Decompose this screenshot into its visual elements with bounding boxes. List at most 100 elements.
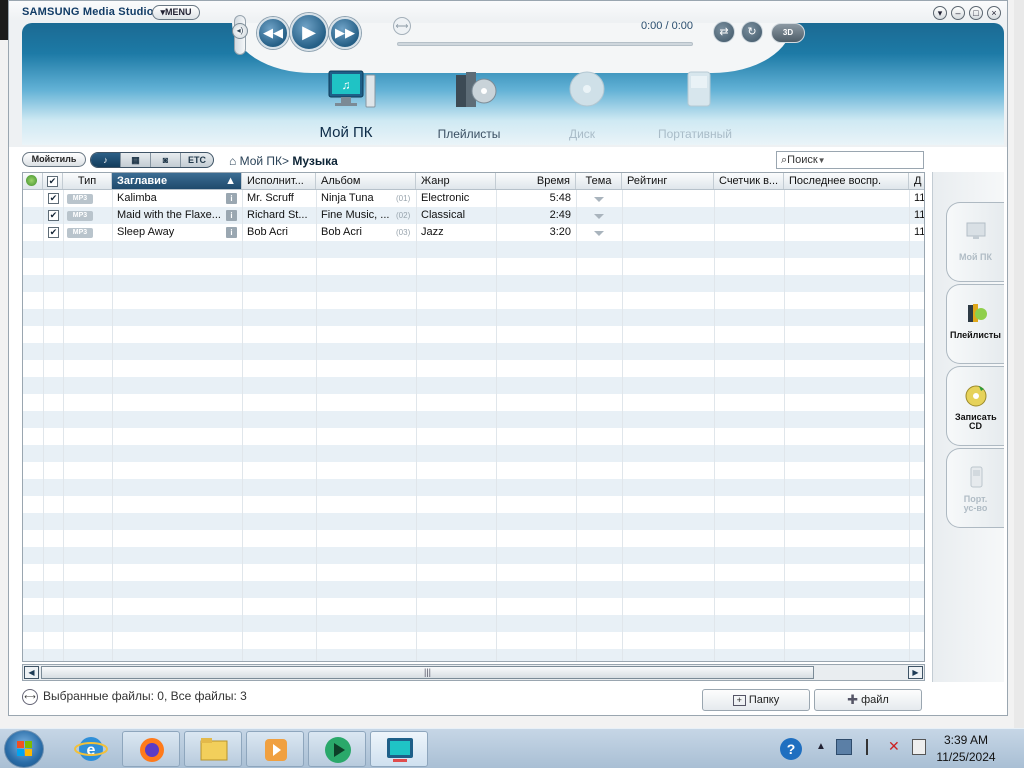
volume-muted-icon[interactable]: ✕ xyxy=(888,738,900,755)
cell-album: Ninja Tuna xyxy=(321,192,374,204)
taskbar-clock[interactable]: 3:39 AM 11/25/2024 xyxy=(926,732,1006,766)
add-folder-icon: + xyxy=(732,694,746,706)
network-icon[interactable] xyxy=(836,739,852,755)
monitor-icon xyxy=(966,222,986,239)
cell-genre: Jazz xyxy=(421,226,444,238)
volume-slider[interactable]: ◂) xyxy=(232,15,248,55)
scroll-right-icon[interactable]: ▶ xyxy=(908,666,923,679)
info-icon[interactable]: i xyxy=(226,193,237,204)
info-icon[interactable]: i xyxy=(226,227,237,238)
scroll-thumb[interactable]: ||| xyxy=(41,666,814,679)
add-folder-button[interactable]: + Папку xyxy=(702,689,810,711)
expand-icon[interactable]: ⟷ xyxy=(22,689,38,705)
column-mood[interactable]: Тема xyxy=(576,173,622,189)
cell-album: Bob Acri xyxy=(321,226,362,238)
column-date[interactable]: Д xyxy=(909,173,924,189)
table-row[interactable]: ✔ MP3 Maid with the Flaxe... i Richard S… xyxy=(23,207,924,224)
mp3-badge: MP3 xyxy=(67,194,93,204)
filter-etc-button[interactable]: ETC xyxy=(181,153,213,167)
filter-video-icon[interactable]: ▦ xyxy=(121,153,151,167)
row-checkbox[interactable]: ✔ xyxy=(48,227,59,238)
row-checkbox[interactable]: ✔ xyxy=(48,210,59,221)
shuffle-indicator-icon: ⟷ xyxy=(393,17,411,35)
close-button[interactable]: × xyxy=(987,6,1001,20)
flag-icon[interactable] xyxy=(866,739,880,755)
nav-portable[interactable]: Портативный xyxy=(640,67,750,143)
horizontal-scrollbar[interactable]: ◀ ||| ▶ xyxy=(22,664,925,681)
help-icon[interactable]: ? xyxy=(780,738,802,760)
repeat-button[interactable]: ↻ xyxy=(741,21,763,43)
dropdown-window-button[interactable]: ▾ xyxy=(933,6,947,20)
nav-disc[interactable]: Диск xyxy=(527,67,637,143)
cell-time: 3:20 xyxy=(549,226,571,238)
mood-dropdown-icon[interactable] xyxy=(594,231,604,236)
filter-music-icon[interactable]: ♪ xyxy=(91,153,121,167)
menu-button[interactable]: ▾MENU xyxy=(152,5,200,20)
side-tab-label: Мой ПК xyxy=(959,252,992,262)
media-filter-group: ♪ ▦ ◙ ETC xyxy=(90,152,214,168)
fast-forward-button[interactable]: ▶▶ xyxy=(329,17,361,49)
column-album[interactable]: Альбом xyxy=(316,173,416,189)
column-title[interactable]: Заглавие ▲ xyxy=(112,173,242,189)
mood-dropdown-icon[interactable] xyxy=(594,197,604,202)
play-button[interactable]: ▶ xyxy=(290,13,328,51)
column-play-count[interactable]: Счетчик в... xyxy=(714,173,784,189)
volume-icon[interactable]: ◂) xyxy=(232,23,248,39)
rewind-button[interactable]: ◀◀ xyxy=(257,17,289,49)
scroll-left-icon[interactable]: ◀ xyxy=(24,666,39,679)
column-last-played[interactable]: Последнее воспр. xyxy=(784,173,909,189)
minimize-button[interactable]: – xyxy=(951,6,965,20)
table-row[interactable]: ✔ MP3 Kalimba i Mr. Scruff Ninja Tuna (0… xyxy=(23,190,924,207)
media-studio-window: SAMSUNG Media Studio ▾MENU ◂) ◀◀ ▶ ▶▶ ⟷ … xyxy=(8,0,1008,716)
taskbar-explorer-icon[interactable] xyxy=(184,731,242,767)
column-status-icon[interactable] xyxy=(23,173,43,189)
mp3-badge: MP3 xyxy=(67,211,93,221)
home-icon[interactable]: ⌂ xyxy=(229,154,236,168)
info-icon[interactable]: i xyxy=(226,210,237,221)
desktop-edge xyxy=(0,0,8,40)
side-tab-playlists[interactable]: Плейлисты xyxy=(946,284,1004,364)
search-input[interactable]: ⌕Поиск▼ xyxy=(776,151,924,169)
column-time[interactable]: Время xyxy=(496,173,576,189)
shuffle-button[interactable]: ⇄ xyxy=(713,21,735,43)
cell-genre: Electronic xyxy=(421,192,470,204)
start-button[interactable] xyxy=(4,730,44,768)
mystyle-button[interactable]: Мойстиль xyxy=(22,152,86,167)
nav-label: Мой ПК xyxy=(319,124,373,141)
taskbar-media-player-icon[interactable] xyxy=(246,731,304,767)
taskbar-media-center-icon[interactable] xyxy=(308,731,366,767)
nav-playlists[interactable]: Плейлисты xyxy=(414,67,524,143)
row-checkbox[interactable]: ✔ xyxy=(48,193,59,204)
taskbar-ie-icon[interactable]: e xyxy=(62,731,120,767)
tray-expand-icon[interactable]: ▲ xyxy=(816,741,826,752)
windows-logo-icon xyxy=(17,741,32,756)
table-row[interactable]: ✔ MP3 Sleep Away i Bob Acri Bob Acri (03… xyxy=(23,224,924,241)
taskbar-firefox-icon[interactable] xyxy=(122,731,180,767)
add-file-button[interactable]: ✚ файл xyxy=(814,689,922,711)
side-tab-my-pc[interactable]: Мой ПК xyxy=(946,202,1004,282)
playlist-icon xyxy=(968,304,987,322)
filter-photo-icon[interactable]: ◙ xyxy=(151,153,181,167)
mood-dropdown-icon[interactable] xyxy=(594,214,604,219)
action-center-icon[interactable] xyxy=(912,739,926,755)
column-artist[interactable]: Исполнит... xyxy=(242,173,316,189)
maximize-button[interactable]: □ xyxy=(969,6,983,20)
cell-date: 11 xyxy=(914,192,925,204)
cell-artist: Bob Acri xyxy=(247,226,288,238)
nav-my-pc[interactable]: ♫ Мой ПК xyxy=(291,67,401,143)
taskbar-samsung-studio-icon[interactable] xyxy=(370,731,428,767)
column-genre[interactable]: Жанр xyxy=(416,173,496,189)
3d-button[interactable]: 3D xyxy=(771,23,805,43)
search-placeholder: Поиск xyxy=(787,154,818,166)
column-rating[interactable]: Рейтинг xyxy=(622,173,714,189)
nav-label: Диск xyxy=(568,127,596,141)
seek-bar[interactable] xyxy=(397,42,693,46)
column-select-all-checkbox[interactable]: ✔ xyxy=(43,173,63,189)
breadcrumb-root[interactable]: Мой ПК> xyxy=(240,154,289,168)
status-bar: ⟷ Выбранные файлы: 0, Все файлы: 3 xyxy=(22,689,247,705)
search-dropdown-icon[interactable]: ▼ xyxy=(818,156,826,165)
side-tab-burn-cd[interactable]: Записать CD xyxy=(946,366,1004,446)
desktop-edge-right xyxy=(1014,0,1024,728)
column-type[interactable]: Тип xyxy=(63,173,112,189)
side-tab-portable[interactable]: Порт. ус-во xyxy=(946,448,1004,528)
